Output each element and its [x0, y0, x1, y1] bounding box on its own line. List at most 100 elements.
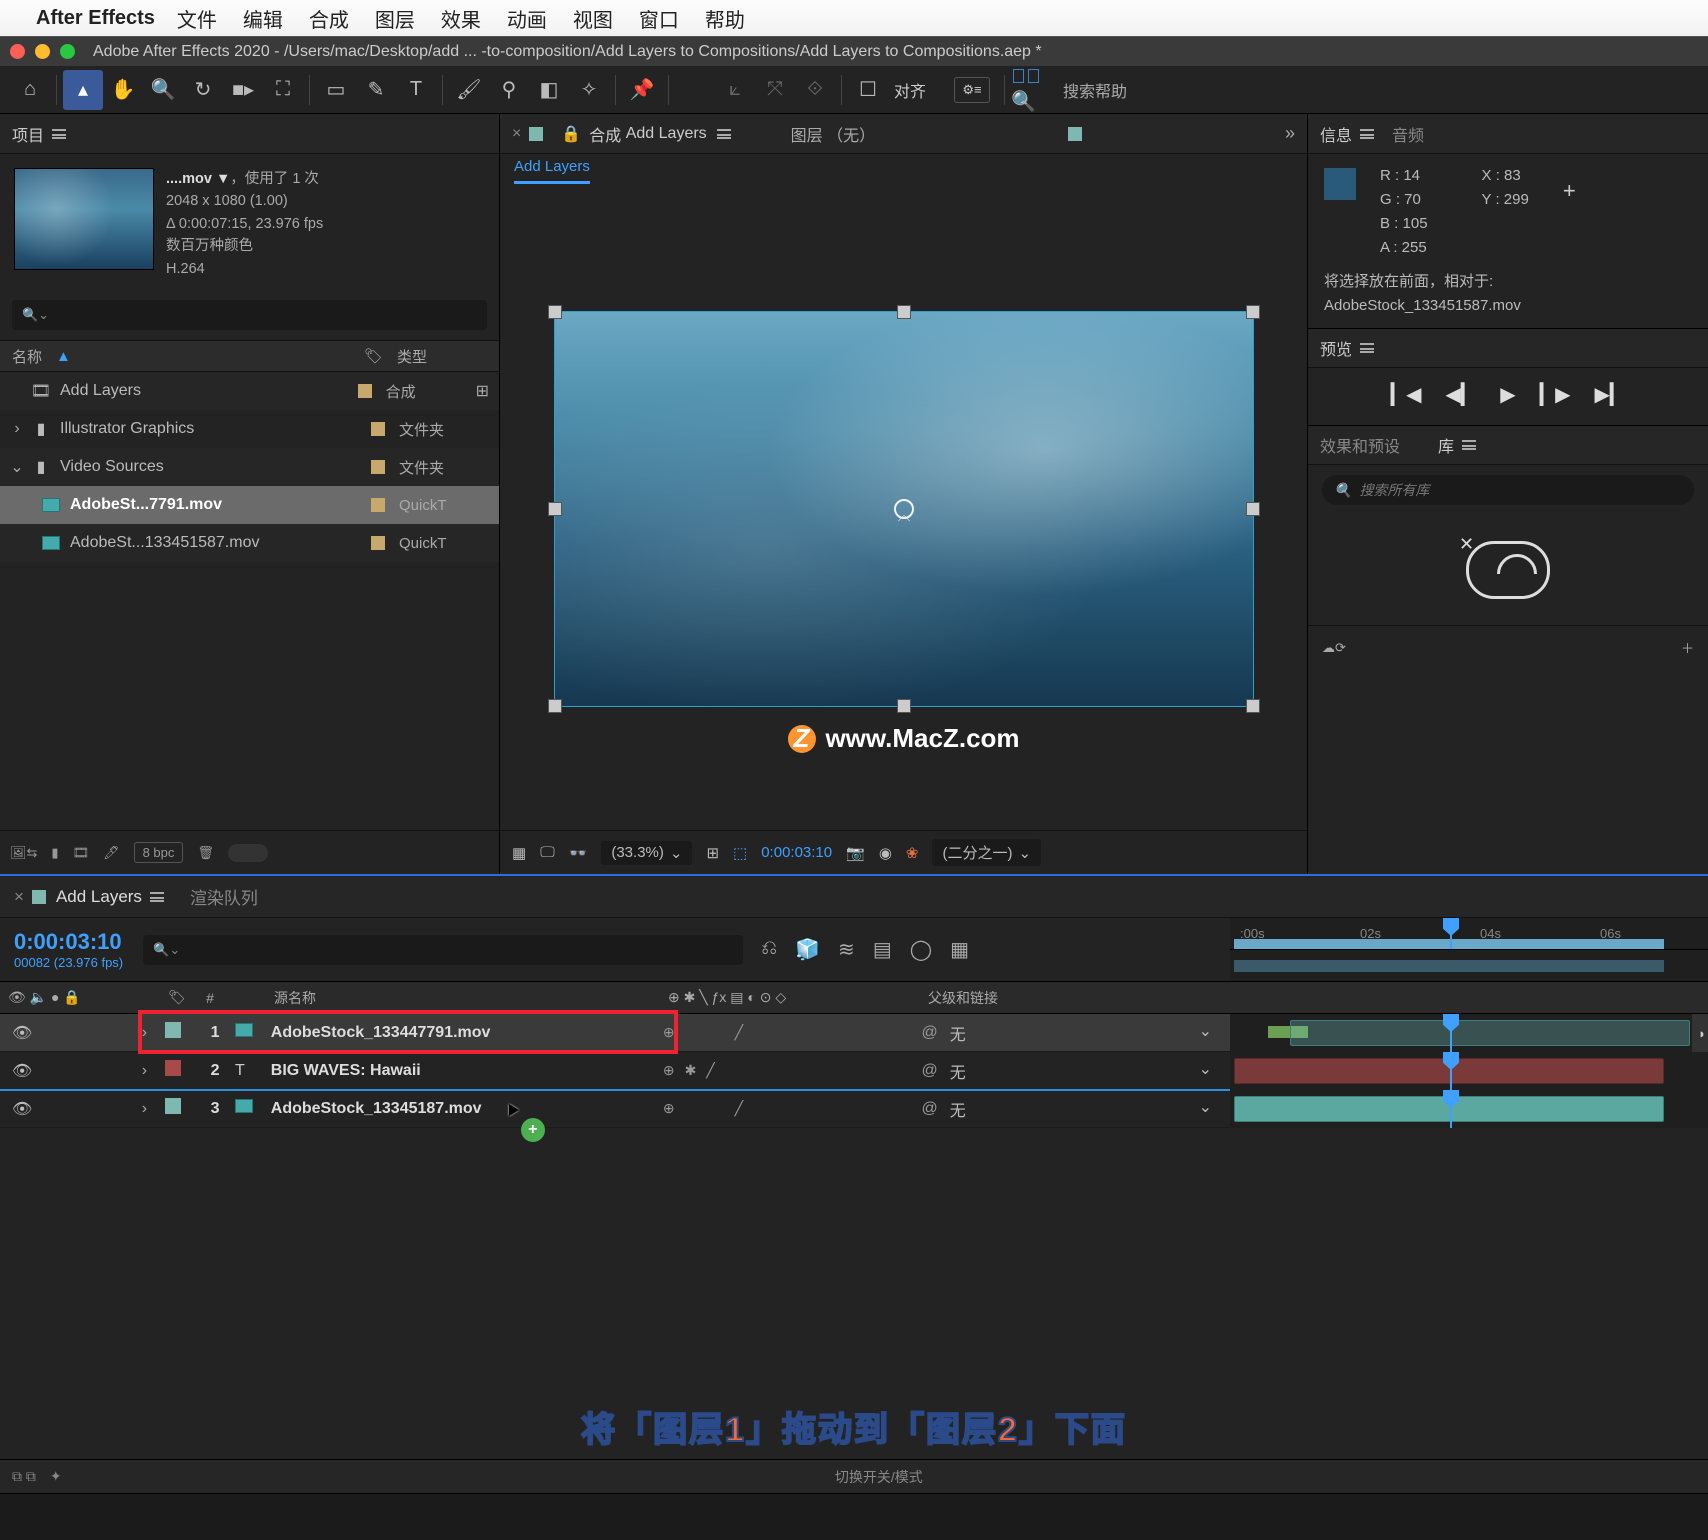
- 3d-camera-icon[interactable]: ⤧: [755, 70, 795, 110]
- lock-icon[interactable]: 🔒: [561, 124, 581, 144]
- cloud-sync-icon[interactable]: ☁⟳: [1322, 640, 1346, 656]
- layer-row-2[interactable]: 👁 › 2 T BIG WAVES: Hawaii ⊕✱╱ @无⌄: [0, 1052, 1230, 1090]
- project-row-video[interactable]: AdobeSt...133451587.mov QuickT: [0, 524, 499, 562]
- zoom-window[interactable]: [60, 44, 75, 59]
- rotation-tool[interactable]: ■▸: [223, 70, 263, 110]
- menu-composition[interactable]: 合成: [309, 4, 349, 33]
- label-swatch[interactable]: [165, 1098, 181, 1114]
- color-mgmt-icon[interactable]: ❀: [906, 844, 919, 862]
- render-queue-tab[interactable]: 渲染队列: [190, 884, 258, 909]
- interpret-icon[interactable]: 🖼⇆: [10, 845, 37, 861]
- toggle-switches-icon[interactable]: ⧉ ⧉: [12, 1468, 36, 1485]
- pen-tool[interactable]: ✎: [356, 70, 396, 110]
- puppet-tool[interactable]: 📌: [622, 70, 662, 110]
- roto-tool[interactable]: ✧: [569, 70, 609, 110]
- comp-mini-icon[interactable]: ⎌: [761, 937, 777, 962]
- new-folder-icon[interactable]: ▮: [51, 845, 58, 861]
- composition-viewer[interactable]: Z www.MacZ.com: [500, 188, 1307, 830]
- label-swatch[interactable]: [165, 1060, 181, 1076]
- graph-icon[interactable]: ◯: [910, 937, 932, 962]
- search-icon[interactable]: �⃟🔍: [1011, 70, 1051, 110]
- pickwhip-icon[interactable]: @: [922, 1100, 938, 1118]
- sort-asc-icon[interactable]: ▲: [56, 348, 71, 365]
- app-name[interactable]: After Effects: [36, 7, 155, 30]
- grid-icon[interactable]: ▦: [512, 844, 526, 862]
- menu-animation[interactable]: 动画: [507, 4, 547, 33]
- menu-file[interactable]: 文件: [177, 4, 217, 33]
- library-search[interactable]: 🔍 搜索所有库: [1322, 475, 1694, 505]
- prev-frame-icon[interactable]: ◀▎: [1446, 382, 1477, 407]
- frame-blend-icon[interactable]: ≋: [838, 937, 855, 962]
- home-button[interactable]: ⌂: [10, 70, 50, 110]
- close-window[interactable]: [10, 44, 25, 59]
- selection-tool[interactable]: ▴: [63, 70, 103, 110]
- comp-frame[interactable]: [554, 311, 1254, 707]
- library-tab[interactable]: 库: [1438, 433, 1476, 457]
- project-search[interactable]: 🔍⌄: [12, 300, 487, 330]
- time-ruler[interactable]: :00s 02s 04s 06s: [1230, 918, 1708, 950]
- panel-menu-icon[interactable]: [1360, 343, 1374, 353]
- mask-icon[interactable]: 👓: [569, 844, 588, 862]
- toolbar-settings[interactable]: ⚙≡: [954, 77, 990, 103]
- twirl-icon[interactable]: ›: [129, 1062, 159, 1080]
- info-tab[interactable]: 信息: [1320, 122, 1374, 146]
- timeline-timecode[interactable]: 0:00:03:10: [14, 929, 122, 954]
- zoom-tool[interactable]: 🔍: [143, 70, 183, 110]
- panel-menu-icon[interactable]: [717, 129, 731, 139]
- project-row-folder-open[interactable]: ⌄▮ Video Sources 文件夹: [0, 448, 499, 486]
- playhead[interactable]: [1450, 918, 1452, 949]
- marker-bin-icon[interactable]: ◗: [1692, 1014, 1708, 1052]
- timeline-tab[interactable]: Add Layers: [56, 887, 164, 907]
- preview-tab[interactable]: 预览: [1320, 336, 1374, 360]
- trash-icon[interactable]: 🗑: [197, 845, 214, 861]
- type-tool[interactable]: T: [396, 70, 436, 110]
- panel-menu-icon[interactable]: [1360, 129, 1374, 139]
- adjust-icon[interactable]: 🖊: [103, 845, 120, 861]
- effects-tab[interactable]: 效果和预设: [1320, 433, 1400, 457]
- minimize-window[interactable]: [35, 44, 50, 59]
- first-frame-icon[interactable]: ▎◀: [1391, 382, 1422, 407]
- draft3d-icon[interactable]: ▦: [950, 937, 969, 962]
- toggle-modes[interactable]: 切换开关/模式: [835, 1467, 923, 1487]
- menu-layer[interactable]: 图层: [375, 4, 415, 33]
- parent-dropdown[interactable]: 无⌄: [950, 1059, 1230, 1083]
- eraser-tool[interactable]: ◧: [529, 70, 569, 110]
- snapshot-icon[interactable]: 📷: [846, 844, 865, 862]
- project-row-video-selected[interactable]: AdobeSt...7791.mov QuickT: [0, 486, 499, 524]
- comp-tab-name[interactable]: Add Layers: [626, 125, 707, 143]
- panel-menu-icon[interactable]: [150, 892, 164, 902]
- hand-tool[interactable]: ✋: [103, 70, 143, 110]
- zoom-dropdown[interactable]: (33.3%) ⌄: [601, 841, 692, 865]
- layer-tab[interactable]: 图层 （无）: [791, 122, 875, 146]
- rectangle-tool[interactable]: ▭: [316, 70, 356, 110]
- clone-tool[interactable]: ⚲: [489, 70, 529, 110]
- parent-dropdown[interactable]: 无⌄: [950, 1097, 1230, 1121]
- pickwhip-icon[interactable]: @: [922, 1024, 938, 1042]
- 3d-light-icon[interactable]: ⟐: [795, 70, 835, 110]
- search-help[interactable]: 搜索帮助: [1063, 78, 1127, 102]
- next-frame-icon[interactable]: ▎▶: [1540, 382, 1571, 407]
- timeline-search[interactable]: 🔍⌄: [143, 935, 743, 965]
- comp-timecode[interactable]: 0:00:03:10: [761, 844, 832, 861]
- twirl-icon[interactable]: ›: [129, 1024, 159, 1042]
- play-icon[interactable]: ▶: [1500, 382, 1515, 407]
- parent-dropdown[interactable]: 无⌄: [950, 1021, 1230, 1045]
- brush-tool[interactable]: 🖌: [449, 70, 489, 110]
- snap-checkbox[interactable]: ☐: [848, 70, 888, 110]
- tag-icon[interactable]: 🏷: [364, 347, 383, 365]
- label-swatch[interactable]: [165, 1022, 181, 1038]
- panel-menu-icon[interactable]: [52, 129, 66, 139]
- orbit-tool[interactable]: ↻: [183, 70, 223, 110]
- visibility-icon[interactable]: 👁: [12, 1101, 32, 1118]
- work-area-bar[interactable]: [1234, 960, 1664, 972]
- camera-tool[interactable]: ⛶: [263, 70, 303, 110]
- pickwhip-icon[interactable]: @: [922, 1062, 938, 1080]
- 3d-axis-icon[interactable]: ⟀: [715, 70, 755, 110]
- panel-menu-icon[interactable]: [1462, 440, 1476, 450]
- shy-icon[interactable]: 🧊: [795, 937, 820, 962]
- new-comp-icon[interactable]: 🎞: [73, 845, 90, 861]
- comp-breadcrumb[interactable]: Add Layers: [514, 158, 590, 184]
- timeline-empty[interactable]: [0, 1128, 1708, 1384]
- menu-edit[interactable]: 编辑: [243, 4, 283, 33]
- layer-bar[interactable]: [1290, 1020, 1690, 1046]
